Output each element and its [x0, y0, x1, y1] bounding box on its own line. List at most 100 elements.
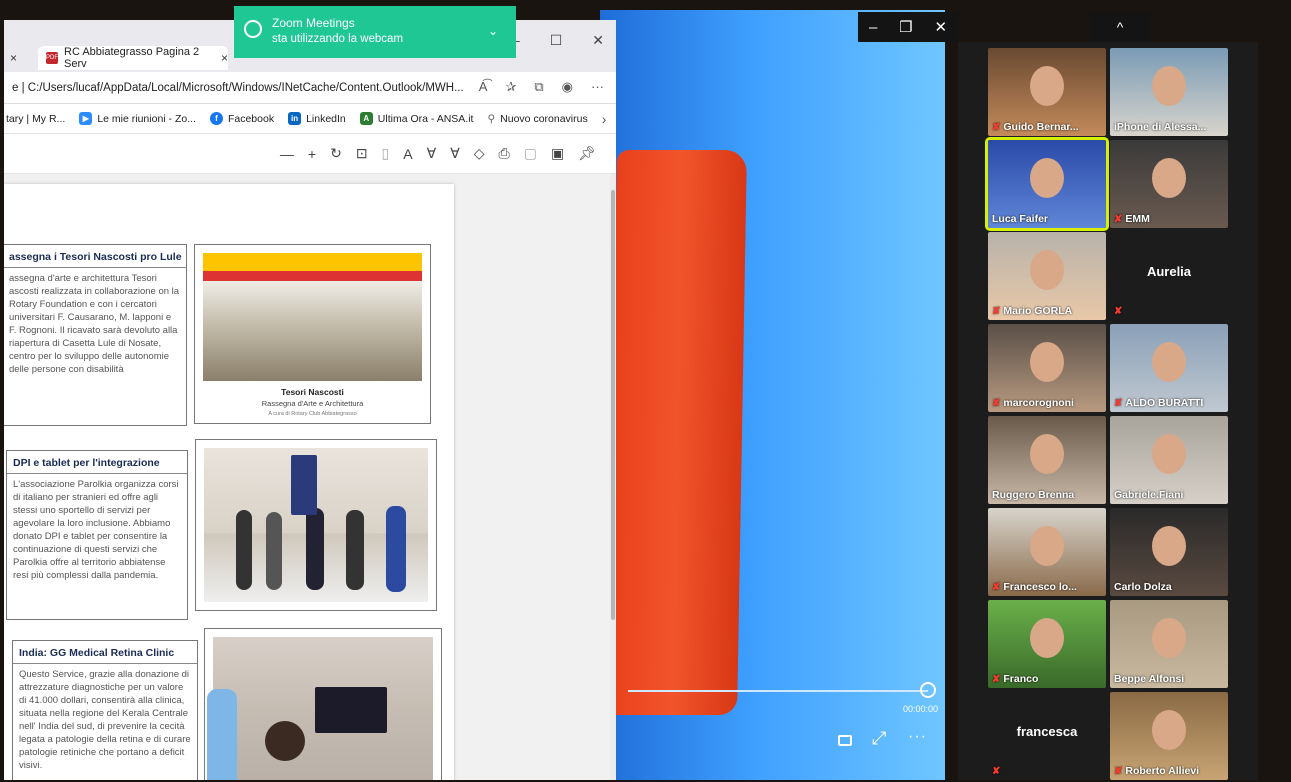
erase-icon[interactable]: ◇ — [474, 145, 485, 162]
zoom-in-icon[interactable]: + — [308, 146, 316, 162]
save-icon[interactable]: ▢ — [524, 145, 537, 162]
favorite-rotary[interactable]: tary | My R... — [6, 113, 65, 125]
tesori-poster-image — [203, 253, 422, 381]
item-title: India: GG Medical Retina Clinic — [13, 641, 197, 664]
webcam-notification[interactable]: Zoom Meetings sta utilizzando la webcam … — [234, 6, 516, 58]
participant-face — [1030, 434, 1064, 474]
screen-share-icon[interactable] — [838, 735, 852, 746]
participant-tile[interactable]: ✘ ALDO BURATTI — [1110, 324, 1228, 412]
chevron-right-icon[interactable]: › — [602, 111, 607, 127]
favorite-zoom[interactable]: ▶ Le mie riunioni - Zo... — [79, 112, 196, 125]
participant-face — [1152, 66, 1186, 106]
participant-tile[interactable]: ✘ EMM — [1110, 140, 1228, 228]
participant-name-text: Gabriele.Fiani — [1114, 489, 1184, 501]
participant-face — [1152, 158, 1186, 198]
person-figure — [236, 510, 252, 590]
minimize-icon[interactable]: – — [869, 19, 877, 36]
favorite-linkedin[interactable]: in LinkedIn — [288, 112, 346, 125]
address-url[interactable]: e | C:/Users/lucaf/AppData/Local/Microso… — [12, 82, 464, 94]
participant-name-text: marcorognoni — [1003, 397, 1074, 409]
print-icon[interactable]: ⎙ — [499, 145, 510, 162]
tab-label: RC Abbiategrasso Pagina 2 Serv — [64, 46, 200, 70]
menu-icon[interactable]: ··· — [591, 79, 604, 95]
timeline-knob[interactable] — [920, 682, 936, 698]
favorite-coronavirus[interactable]: ⚲ Nuovo coronavirus — [487, 113, 587, 125]
more-icon[interactable]: ··· — [908, 728, 927, 746]
patient-figure — [265, 721, 305, 761]
participant-tile[interactable]: ✘ Francesco lo... — [988, 508, 1106, 596]
restore-icon[interactable]: ❐ — [899, 18, 912, 36]
participant-name-text: EMM — [1125, 213, 1150, 225]
gallery-collapse-button[interactable]: ^ — [1090, 12, 1150, 42]
participant-tile[interactable]: Ruggero Brenna — [988, 416, 1106, 504]
page-view-icon[interactable]: ▯ — [382, 145, 390, 162]
participant-name-text: Franco — [1003, 673, 1039, 685]
tab-close-icon[interactable]: × — [221, 51, 228, 65]
favorite-ansa[interactable]: A Ultima Ora - ANSA.it — [359, 112, 473, 125]
participant-tile[interactable]: ✘ Mario GORLA — [988, 232, 1106, 320]
item-body: assegna d'arte e architettura Tesori asc… — [9, 273, 180, 375]
participant-face — [1152, 618, 1186, 658]
linkedin-icon: in — [288, 112, 302, 125]
favorites-icon[interactable]: ✰ — [505, 79, 516, 95]
participant-tile[interactable]: francesca ✘ — [988, 692, 1106, 780]
tab-close-icon[interactable]: × — [10, 51, 17, 65]
participant-tile[interactable]: Carlo Dolza — [1110, 508, 1228, 596]
pdf-image-india — [204, 628, 442, 780]
expand-icon[interactable]: ⤢ — [872, 728, 886, 749]
tab-active-pdf[interactable]: PDF RC Abbiategrasso Pagina 2 Serv × — [38, 46, 228, 70]
video-timeline[interactable] — [628, 690, 928, 692]
favorite-label: Nuovo coronavirus — [500, 112, 588, 125]
maximize-icon[interactable]: ☐ — [550, 32, 563, 49]
participant-tile[interactable]: Beppe Alfonsi — [1110, 600, 1228, 688]
zoom-window-controls: – ❐ ✕ — [858, 12, 958, 42]
collections-icon[interactable]: ⧉ — [534, 79, 543, 95]
participant-tile[interactable]: ✘ Roberto Allievi — [1110, 692, 1228, 780]
read-aloud-icon[interactable]: A — [403, 146, 412, 162]
close-icon[interactable]: ✕ — [592, 32, 604, 49]
shared-flag-image — [607, 150, 747, 715]
participant-tile[interactable]: ✘ Franco — [988, 600, 1106, 688]
participant-name-text: Beppe Alfonsi — [1114, 673, 1185, 685]
mic-muted-icon: ✘ — [1114, 397, 1123, 409]
read-aloud-icon[interactable]: A͡ — [479, 79, 488, 95]
draw-icon[interactable]: ∀ — [427, 145, 437, 162]
item-title: assegna i Tesori Nascosti pro Lule — [4, 245, 186, 268]
participant-name-text: ALDO BURATTI — [1125, 397, 1204, 409]
participant-name-text: Guido Bernar... — [1003, 121, 1079, 133]
person-figure — [386, 506, 406, 592]
favorite-facebook[interactable]: f Facebook — [209, 112, 274, 125]
zoom-out-icon[interactable]: — — [280, 146, 294, 162]
participant-face — [1152, 342, 1186, 382]
participant-tile[interactable]: Aurelia ✘ — [1110, 232, 1228, 320]
mic-muted-icon: ✘ — [992, 766, 1001, 777]
participant-tile[interactable]: iPhone di Alessa... — [1110, 48, 1228, 136]
mic-muted-icon: ✘ — [1114, 765, 1123, 777]
rotate-icon[interactable]: ↻ — [330, 145, 342, 162]
participant-tile[interactable]: ✘ Guido Bernar... — [988, 48, 1106, 136]
highlight-icon[interactable]: ∀ — [450, 145, 460, 162]
participant-name-text: Luca Faifer — [992, 213, 1049, 225]
item-title: DPI e tablet per l'integrazione — [7, 451, 187, 474]
pin-icon[interactable]: 📌︎ — [578, 145, 596, 162]
participant-name-text: Mario GORLA — [1003, 305, 1073, 317]
address-bar[interactable]: e | C:/Users/lucaf/AppData/Local/Microso… — [4, 72, 616, 104]
profile-icon[interactable]: ◉ — [562, 79, 573, 95]
tab-previous[interactable]: × — [4, 46, 17, 70]
fit-page-icon[interactable]: ⊡ — [356, 145, 368, 162]
participant-name: ✘ Guido Bernar... — [992, 121, 1079, 133]
chevron-down-icon[interactable]: ⌄ — [488, 24, 498, 38]
pdf-scroll-thumb[interactable] — [611, 190, 615, 620]
save-as-icon[interactable]: ▣ — [551, 145, 564, 162]
participant-tile[interactable]: Gabriele.Fiani — [1110, 416, 1228, 504]
participant-tile[interactable]: ✘ marcorognoni — [988, 324, 1106, 412]
close-icon[interactable]: ✕ — [934, 18, 947, 36]
address-bar-icons: A͡ ✰ ⧉ ◉ ··· — [479, 79, 604, 95]
zoom-icon: ▶ — [79, 112, 93, 125]
mic-muted-icon: ✘ — [992, 121, 1001, 133]
pdf-item-india: India: GG Medical Retina Clinic Questo S… — [12, 640, 198, 780]
participant-name: ✘ EMM — [1114, 213, 1150, 225]
participant-tile[interactable]: Luca Faifer — [985, 137, 1109, 231]
pdf-item-tesori: assegna i Tesori Nascosti pro Lule asseg… — [4, 244, 187, 426]
ansa-icon: A — [359, 112, 373, 125]
